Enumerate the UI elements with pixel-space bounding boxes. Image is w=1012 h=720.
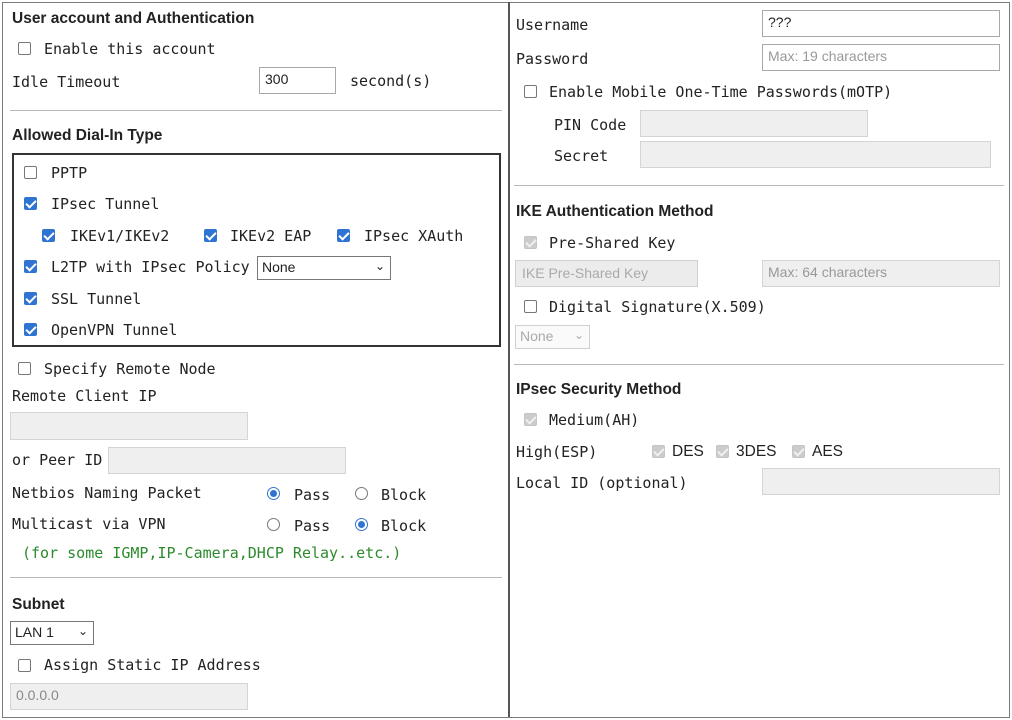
pptp-label: PPTP [51,164,88,182]
l2tp-label: L2TP with IPsec Policy [51,258,250,276]
ipsec-xauth-label: IPsec XAuth [364,227,464,245]
local-id-label: Local ID (optional) [516,474,688,492]
multicast-pass-radio[interactable] [267,518,280,531]
high-esp-label: High(ESP) [516,443,598,461]
netbios-block-label: Block [381,486,427,504]
ikev2-eap-checkbox[interactable] [204,229,217,242]
ikev1-ikev2-label: IKEv1/IKEv2 [70,227,170,245]
pin-code-label: PIN Code [554,116,627,134]
netbios-label: Netbios Naming Packet [12,484,202,502]
multicast-pass-label: Pass [294,517,331,535]
netbios-pass-label: Pass [294,486,331,504]
secret-input[interactable] [640,141,991,168]
medium-ah-label: Medium(AH) [549,411,640,429]
chevron-down-icon: ⌄ [77,624,88,638]
pre-shared-key-label: Pre-Shared Key [549,234,676,252]
medium-ah-checkbox[interactable] [524,413,537,426]
certificate-value: None [520,328,554,344]
user-account-section-title: User account and Authentication [12,10,255,27]
openvpn-tunnel-checkbox[interactable] [24,323,37,336]
multicast-block-label: Block [381,517,427,535]
aes-checkbox[interactable] [792,445,805,458]
idle-timeout-unit: second(s) [350,72,432,90]
enable-account-checkbox[interactable] [18,42,31,55]
pre-shared-key-input[interactable]: Max: 64 characters [762,260,1000,287]
username-input[interactable]: ??? [762,10,1000,37]
local-id-input[interactable] [762,468,1000,495]
ikev2-eap-label: IKEv2 EAP [230,227,312,245]
assign-static-ip-checkbox[interactable] [18,659,31,672]
idle-timeout-input[interactable]: 300 [259,67,336,94]
digital-signature-label: Digital Signature(X.509) [549,298,766,316]
aes-label: AES [812,443,844,460]
secret-label: Secret [554,147,609,165]
specify-remote-node-label: Specify Remote Node [44,360,216,378]
ipsec-xauth-checkbox[interactable] [337,229,350,242]
l2tp-checkbox[interactable] [24,260,37,273]
static-ip-input[interactable]: 0.0.0.0 [10,683,248,710]
separator [514,364,1004,365]
column-divider [508,2,510,717]
openvpn-tunnel-label: OpenVPN Tunnel [51,321,178,339]
password-label: Password [516,50,589,68]
remote-client-ip-label: Remote Client IP [12,387,157,405]
remote-client-ip-input[interactable] [10,412,248,440]
ike-section-title: IKE Authentication Method [516,203,714,220]
ssl-tunnel-checkbox[interactable] [24,292,37,305]
ssl-tunnel-label: SSL Tunnel [51,290,142,308]
idle-timeout-label: Idle Timeout [12,73,121,91]
password-input[interactable]: Max: 19 characters [762,44,1000,71]
des-label: DES [672,443,704,460]
subnet-select[interactable]: LAN 1 ⌄ [10,621,94,645]
digital-signature-checkbox[interactable] [524,300,537,313]
3des-label: 3DES [736,443,777,460]
motp-label: Enable Mobile One-Time Passwords(mOTP) [549,83,893,101]
ipsec-security-section-title: IPsec Security Method [516,381,682,398]
separator [514,185,1004,186]
pin-code-input[interactable] [640,110,868,137]
chevron-down-icon: ⌄ [573,328,584,342]
certificate-select[interactable]: None ⌄ [515,325,590,349]
peer-id-label: or Peer ID [12,451,103,469]
l2tp-policy-value: None [262,259,296,275]
ike-pre-shared-key-button[interactable]: IKE Pre-Shared Key [515,260,698,287]
subnet-section-title: Subnet [12,596,65,613]
dialin-type-box [12,153,501,347]
assign-static-ip-label: Assign Static IP Address [44,656,261,674]
ikev1-ikev2-checkbox[interactable] [42,229,55,242]
dialin-section-title: Allowed Dial-In Type [12,127,163,144]
multicast-label: Multicast via VPN [12,515,166,533]
username-label: Username [516,16,589,34]
des-checkbox[interactable] [652,445,665,458]
3des-checkbox[interactable] [716,445,729,458]
enable-account-label: Enable this account [44,40,216,58]
netbios-block-radio[interactable] [355,487,368,500]
l2tp-policy-select[interactable]: None ⌄ [257,256,391,280]
separator [10,110,502,111]
multicast-note: (for some IGMP,IP-Camera,DHCP Relay..etc… [22,544,402,562]
peer-id-input[interactable] [108,447,346,474]
specify-remote-node-checkbox[interactable] [18,362,31,375]
motp-checkbox[interactable] [524,85,537,98]
subnet-value: LAN 1 [15,624,54,640]
ipsec-tunnel-checkbox[interactable] [24,197,37,210]
pre-shared-key-checkbox[interactable] [524,236,537,249]
ipsec-tunnel-label: IPsec Tunnel [51,195,160,213]
multicast-block-radio[interactable] [355,518,368,531]
separator [10,577,502,578]
netbios-pass-radio[interactable] [267,487,280,500]
pptp-checkbox[interactable] [24,166,37,179]
chevron-down-icon: ⌄ [374,259,385,273]
